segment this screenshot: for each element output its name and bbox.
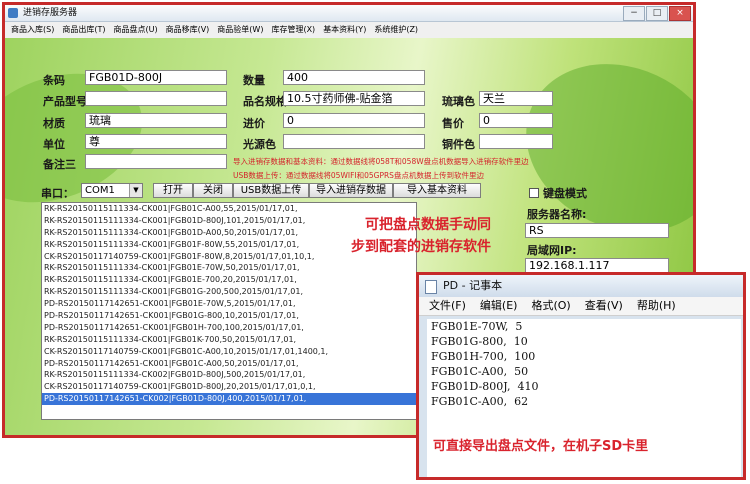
list-item[interactable]: PD-RS20150117142651-CK001|FGB01C-A00,50,… — [42, 358, 416, 370]
import-data-button[interactable]: 导入进销存数据 — [309, 183, 393, 198]
server-name-label: 服务器名称: — [527, 208, 587, 221]
menu-inventory-count[interactable]: 商品盘点(U) — [113, 22, 157, 38]
text-line: FGB01C-A00, 50 — [431, 365, 529, 378]
serial-port-label: 串口： — [41, 187, 74, 200]
records-list[interactable]: RK-RS20150115111334-CK001|FGB01C-A00,55,… — [41, 202, 417, 420]
copper-color-label: 铜件色 — [442, 138, 475, 151]
menu-basic-data[interactable]: 基本资料(Y) — [323, 22, 366, 38]
annotation-line-2: 步到配套的进销存软件 — [351, 239, 491, 255]
cost-price-field[interactable]: 0 — [283, 113, 425, 128]
text-line: FGB01H-700, 100 — [431, 350, 536, 363]
serial-port-select[interactable]: COM1 ▼ — [81, 183, 143, 198]
usb-upload-button[interactable]: USB数据上传 — [233, 183, 309, 198]
material-label: 材质 — [43, 117, 65, 130]
spec-label: 品名规格 — [243, 95, 287, 108]
light-color-label: 光源色 — [243, 138, 276, 151]
sale-price-field[interactable]: 0 — [479, 113, 553, 128]
notepad-menu-view[interactable]: 查看(V) — [585, 297, 623, 315]
menu-verify[interactable]: 商品验单(W) — [217, 22, 263, 38]
text-line: FGB01G-800, 10 — [431, 335, 528, 348]
model-field[interactable] — [85, 91, 227, 106]
barcode-label: 条码 — [43, 74, 65, 87]
list-item[interactable]: PD-RS20150117142651-CK001|FGB01G-800,10,… — [42, 310, 416, 322]
menu-stock-out[interactable]: 商品出库(T) — [62, 22, 105, 38]
material-field[interactable]: 琉璃 — [85, 113, 227, 128]
close-button[interactable]: × — [669, 6, 691, 21]
notepad-title: PD - 记事本 — [443, 279, 503, 292]
notepad-menu-edit[interactable]: 编辑(E) — [480, 297, 518, 315]
keyboard-mode-checkbox[interactable] — [529, 188, 539, 198]
list-item[interactable]: PD-RS20150117142651-CK001|FGB01E-70W,5,2… — [42, 298, 416, 310]
notepad-menu-file[interactable]: 文件(F) — [429, 297, 466, 315]
list-item[interactable]: CK-RS20150117140759-CK001|FGB01C-A00,10,… — [42, 346, 416, 358]
notepad-window: PD - 记事本 文件(F) 编辑(E) 格式(O) 查看(V) 帮助(H) F… — [416, 272, 746, 480]
notepad-title-bar: PD - 记事本 — [419, 275, 743, 297]
unit-label: 单位 — [43, 138, 65, 151]
glaze-color-label: 琉璃色 — [442, 95, 475, 108]
notepad-icon — [425, 280, 437, 294]
list-item[interactable]: RK-RS20150115111334-CK001|FGB01G-200,500… — [42, 286, 416, 298]
note3-field[interactable] — [85, 154, 227, 169]
keyboard-mode-label: 键盘模式 — [543, 187, 587, 200]
app-icon — [8, 8, 18, 18]
glaze-color-field[interactable]: 天兰 — [479, 91, 553, 106]
text-line: FGB01D-800J, 410 — [431, 380, 539, 393]
window-title: 进销存服务器 — [23, 8, 78, 18]
sale-price-label: 售价 — [442, 117, 464, 130]
lan-ip-label: 局域网IP: — [527, 244, 577, 257]
quantity-field[interactable]: 400 — [283, 70, 425, 85]
copper-color-field[interactable] — [479, 134, 553, 149]
open-port-button[interactable]: 打开 — [153, 183, 193, 198]
menu-stock-in[interactable]: 商品入库(S) — [11, 22, 54, 38]
notepad-menu-format[interactable]: 格式(O) — [531, 297, 570, 315]
model-label: 产品型号 — [43, 95, 87, 108]
light-color-field[interactable] — [283, 134, 425, 149]
cost-price-label: 进价 — [243, 117, 265, 130]
server-name-field[interactable]: RS — [525, 223, 669, 238]
list-item[interactable]: RK-RS20150115111334-CK002|FGB01D-800J,50… — [42, 369, 416, 381]
list-item[interactable]: RK-RS20150115111334-CK001|FGB01C-A00,55,… — [42, 203, 416, 215]
menu-transfer[interactable]: 商品移库(V) — [166, 22, 210, 38]
import-hint: 导入进销存数据和基本资料：通过数据线将058T和058W盘点机数据导入进销存软件… — [233, 157, 529, 166]
spec-field[interactable]: 10.5寸药师佛-贴金箔 — [283, 91, 425, 106]
list-item[interactable]: RK-RS20150115111334-CK001|FGB01D-800J,10… — [42, 215, 416, 227]
barcode-field[interactable]: FGB01D-800J — [85, 70, 227, 85]
close-port-button[interactable]: 关闭 — [193, 183, 233, 198]
title-bar: 进销存服务器 − □ × — [5, 5, 693, 22]
text-line: FGB01E-70W, 5 — [431, 320, 523, 333]
list-item[interactable]: RK-RS20150115111334-CK001|FGB01K-700,50,… — [42, 334, 416, 346]
annotation-line-1: 可把盘点数据手动同 — [365, 217, 491, 233]
quantity-label: 数量 — [243, 74, 265, 87]
menu-maintenance[interactable]: 系统维护(Z) — [374, 22, 418, 38]
usb-hint: USB数据上传：通过数据线将05WIFI和05GPRS盘点机数据上传到软件里边 — [233, 171, 484, 180]
note3-label: 备注三 — [43, 158, 76, 171]
list-item[interactable]: CK-RS20150117140759-CK001|FGB01D-800J,20… — [42, 381, 416, 393]
list-item[interactable]: RK-RS20150115111334-CK001|FGB01E-700,20,… — [42, 274, 416, 286]
text-line: FGB01C-A00, 62 — [431, 395, 529, 408]
chevron-down-icon[interactable]: ▼ — [129, 184, 142, 197]
minimize-button[interactable]: − — [623, 6, 645, 21]
list-item[interactable]: PD-RS20150117142651-CK001|FGB01H-700,100… — [42, 322, 416, 334]
list-item-selected[interactable]: PD-RS20150117142651-CK002|FGB01D-800J,40… — [42, 393, 416, 406]
notepad-menu-bar: 文件(F) 编辑(E) 格式(O) 查看(V) 帮助(H) — [419, 297, 743, 316]
unit-field[interactable]: 尊 — [85, 134, 227, 149]
list-item[interactable]: RK-RS20150115111334-CK001|FGB01E-70W,50,… — [42, 262, 416, 274]
menu-stock-management[interactable]: 库存管理(X) — [271, 22, 315, 38]
maximize-button[interactable]: □ — [646, 6, 668, 21]
notepad-annotation: 可直接导出盘点文件，在机子SD卡里 — [433, 439, 649, 454]
notepad-menu-help[interactable]: 帮助(H) — [637, 297, 676, 315]
serial-port-value: COM1 — [85, 185, 115, 196]
menu-bar: 商品入库(S) 商品出库(T) 商品盘点(U) 商品移库(V) 商品验单(W) … — [5, 22, 693, 39]
import-basic-data-button[interactable]: 导入基本资料 — [393, 183, 481, 198]
lan-ip-field[interactable]: 192.168.1.117 — [525, 258, 669, 273]
